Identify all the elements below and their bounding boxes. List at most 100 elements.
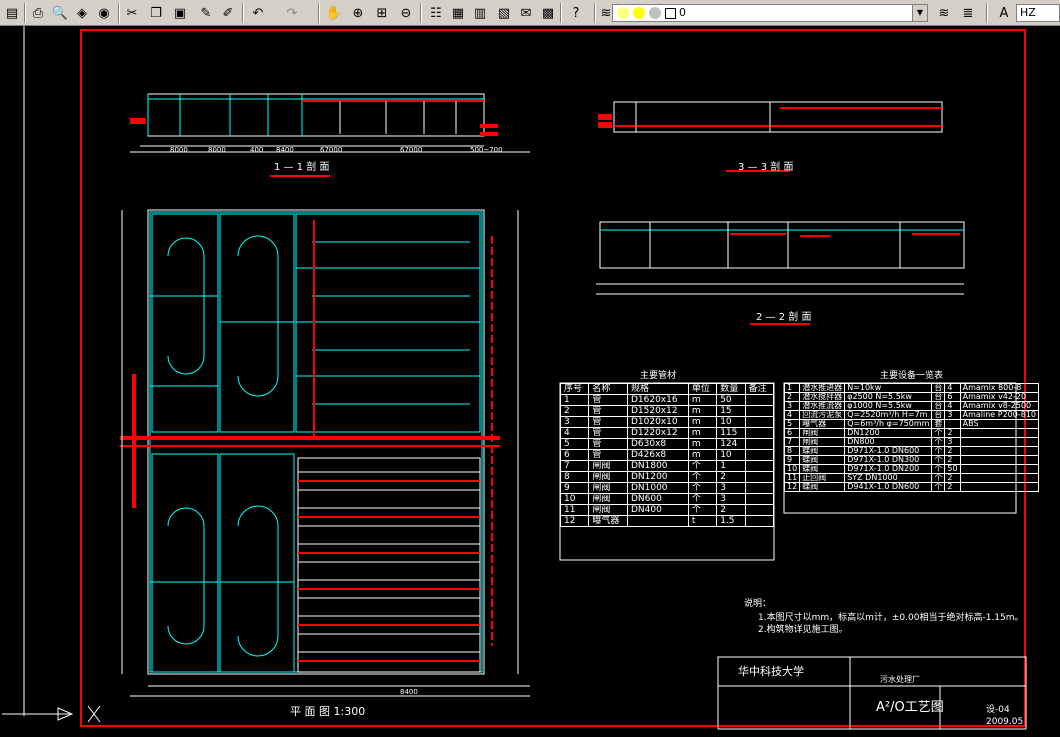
calculator-icon[interactable]: ▩ — [538, 3, 558, 23]
copy-icon[interactable]: ❐ — [146, 3, 166, 23]
table-header-cell: 数量 — [716, 383, 746, 395]
cell: D1520x12 — [626, 405, 689, 417]
cell — [959, 482, 1040, 492]
cell: 2 — [716, 471, 746, 483]
cell: D630x8 — [626, 438, 689, 450]
cell: t — [687, 515, 718, 527]
print-icon[interactable]: ⎙ — [28, 3, 48, 23]
paste-icon[interactable]: ▣ — [170, 3, 190, 23]
table-row: 6 管 D426x8 m 10 — [559, 449, 775, 461]
properties-icon[interactable]: ☷ — [426, 3, 446, 23]
text-style-dropdown[interactable]: HZ — [1016, 4, 1060, 22]
table-row: 3 管 D1020x10 m 10 — [559, 416, 775, 428]
cell: m — [687, 449, 718, 461]
cell: 管 — [588, 405, 628, 417]
cell: 闸阀 — [588, 482, 628, 494]
cell — [744, 427, 775, 439]
layer-dropdown[interactable]: 0 ▼ — [612, 4, 928, 22]
design-center-icon[interactable]: ▦ — [448, 3, 468, 23]
table-row: 9 闸阀 DN1000 个 3 — [559, 482, 775, 494]
drawing-date: 2009.05 — [986, 717, 1024, 727]
layer-previous-icon[interactable]: ≣ — [958, 3, 978, 23]
cell: m — [687, 405, 718, 417]
file-icon[interactable]: ▤ — [2, 3, 22, 23]
cell — [744, 515, 775, 527]
cell — [744, 460, 775, 472]
dim-8: 8400 — [400, 688, 418, 696]
make-current-layer-icon[interactable]: ≋ — [934, 3, 954, 23]
ucs-icon — [2, 705, 101, 723]
cell: 1 — [716, 460, 746, 472]
table-row: 5 管 D630x8 m 124 — [559, 438, 775, 450]
dim-7: 500~700 — [470, 146, 503, 154]
text-style-icon[interactable]: A — [994, 3, 1014, 23]
cell: 10 — [559, 493, 590, 505]
equipment-table: 1 潜水推进器 N=10kw 台 4 Amamix 800-8 2 潜水搅拌器 φ2500 N… — [783, 383, 1040, 492]
cell: 曝气器 — [588, 515, 628, 527]
cell — [744, 416, 775, 428]
pipe-table: 序号 名称 规格 单位 数量 备注 1 管 D1620x16 m 50 2 管 D1520x… — [559, 383, 775, 527]
project-name: 污水处理厂 — [880, 675, 920, 684]
table-row: 10 闸阀 DN600 个 3 — [559, 493, 775, 505]
cell: 11 — [559, 504, 590, 516]
cut-icon[interactable]: ✂ — [122, 3, 142, 23]
section-1-title: 1 — 1 剖 面 — [274, 162, 330, 173]
cell: 个 — [687, 471, 718, 483]
markup-icon[interactable]: ✉ — [516, 3, 536, 23]
table-row: 2 管 D1520x12 m 15 — [559, 405, 775, 417]
match-properties-icon[interactable]: ✎ — [196, 3, 216, 23]
redo-icon[interactable]: ↷ — [282, 3, 302, 23]
cell: 2 — [559, 405, 590, 417]
table-row: 11 闸阀 DN400 个 2 — [559, 504, 775, 516]
block-editor-icon[interactable]: ✐ — [218, 3, 238, 23]
table-row: 8 闸阀 DN1200 个 2 — [559, 471, 775, 483]
cell — [959, 437, 1040, 447]
toolbar-separator — [986, 3, 988, 23]
toolbar-separator — [594, 3, 596, 23]
layer-name: 0 — [679, 6, 686, 19]
cell: 10 — [716, 416, 746, 428]
cell: DN400 — [626, 504, 689, 516]
table-row: 12 蝶阀 D941X-1.0 DN600 个 2 — [783, 482, 1040, 492]
cell — [744, 493, 775, 505]
table-header-cell: 名称 — [588, 383, 628, 395]
cell: 115 — [716, 427, 746, 439]
chevron-down-icon[interactable]: ▼ — [912, 5, 927, 21]
cell — [959, 464, 1040, 474]
plot-icon[interactable]: ◉ — [94, 3, 114, 23]
preview-icon[interactable]: 🔍 — [50, 3, 70, 23]
university-name: 华中科技大学 — [738, 665, 804, 678]
pipe-table-title: 主要管材 — [640, 371, 677, 381]
pan-icon[interactable]: ✋ — [324, 3, 344, 23]
table-header-cell: 规格 — [626, 383, 689, 395]
cell: DN600 — [626, 493, 689, 505]
cell: 3 — [716, 493, 746, 505]
help-icon[interactable]: ? — [566, 3, 586, 23]
toolbar-separator — [118, 3, 120, 23]
cell: 8 — [559, 471, 590, 483]
cell: 12 — [783, 482, 801, 492]
cell: 管 — [588, 416, 628, 428]
cell: 闸阀 — [588, 471, 628, 483]
cell: 管 — [588, 394, 628, 406]
cell: 3 — [559, 416, 590, 428]
sheet-set-icon[interactable]: ▧ — [494, 3, 514, 23]
zoom-window-icon[interactable]: ⊞ — [372, 3, 392, 23]
zoom-previous-icon[interactable]: ⊖ — [396, 3, 416, 23]
layer-manager-icon[interactable]: ≋ — [600, 3, 612, 23]
cell — [959, 455, 1040, 465]
toolbar-separator — [420, 3, 422, 23]
tool-palettes-icon[interactable]: ▥ — [470, 3, 490, 23]
cell: 个 — [687, 460, 718, 472]
undo-icon[interactable]: ↶ — [248, 3, 268, 23]
drawing-canvas[interactable]: 1 — 1 剖 面 3 — 3 剖 面 2 — 2 剖 面 平 面 图 1:30… — [0, 26, 1060, 737]
cell — [744, 482, 775, 494]
cell — [744, 405, 775, 417]
cell: 15 — [716, 405, 746, 417]
cell: 闸阀 — [588, 504, 628, 516]
zoom-realtime-icon[interactable]: ⊕ — [348, 3, 368, 23]
cell: 1 — [559, 394, 590, 406]
cell: 1.5 — [716, 515, 746, 527]
layer-lock-icon — [649, 7, 661, 19]
publish-icon[interactable]: ◈ — [72, 3, 92, 23]
